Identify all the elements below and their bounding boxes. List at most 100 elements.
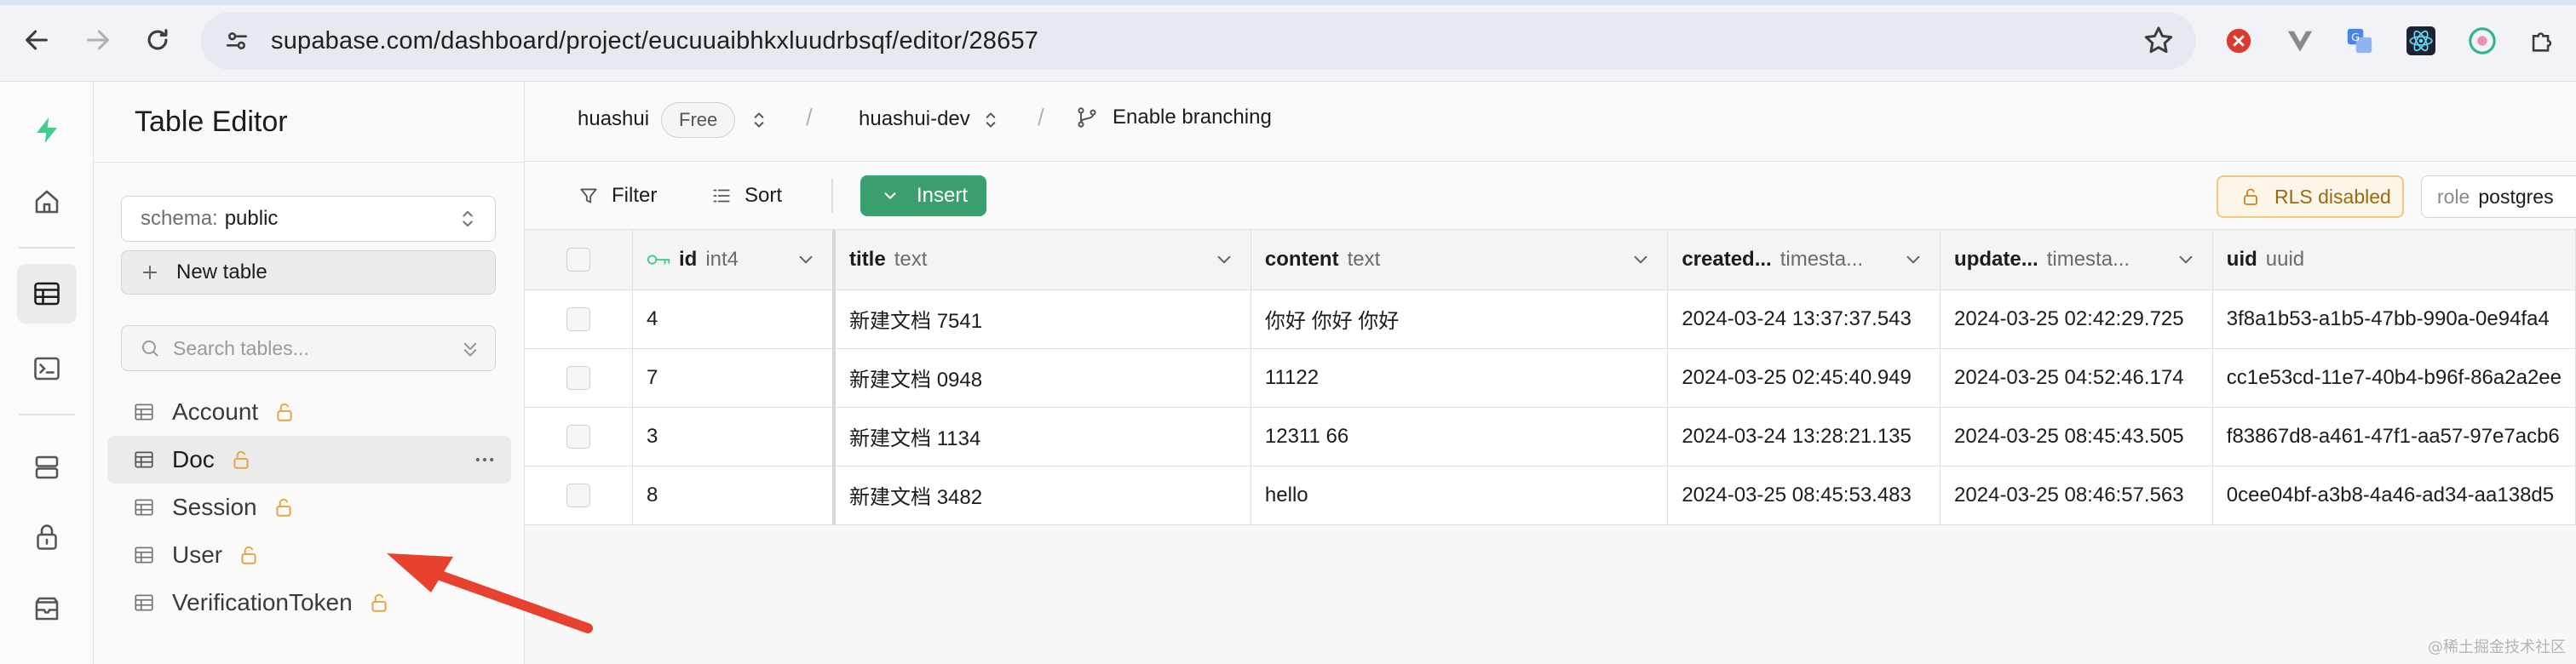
chevron-down-icon[interactable] <box>1630 249 1652 271</box>
table-row[interactable]: 8 新建文档 3482 hello 2024-03-25 08:45:53.48… <box>525 466 2576 525</box>
table-item-session[interactable]: Session <box>107 484 511 531</box>
filter-button[interactable]: Filter <box>578 179 657 213</box>
cell-uid[interactable]: f83867d8-a461-47f1-aa57-97e7acb6 <box>2212 407 2576 467</box>
arrow-right-icon <box>87 30 109 50</box>
bookmark-star-icon[interactable] <box>2142 24 2176 58</box>
cell-created[interactable]: 2024-03-25 08:45:53.483 <box>1667 466 1941 525</box>
cell-content[interactable]: 你好 你好 你好 <box>1251 289 1669 349</box>
cell-title[interactable]: 新建文档 0948 <box>832 348 1251 408</box>
project-breadcrumb[interactable]: huashui-dev <box>859 107 970 131</box>
site-settings-icon[interactable] <box>220 24 254 58</box>
cell-uid[interactable]: 3f8a1b53-a1b5-47bb-990a-0e94fa4 <box>2212 289 2576 349</box>
search-tables-input[interactable]: Search tables... <box>121 325 496 371</box>
cell-content[interactable]: 11122 <box>1251 348 1669 408</box>
extension-puzzle-icon[interactable] <box>2527 26 2557 56</box>
cell-id[interactable]: 3 <box>632 407 835 467</box>
cell-created[interactable]: 2024-03-24 13:37:37.543 <box>1667 289 1941 349</box>
back-button[interactable] <box>15 19 58 61</box>
rail-table-editor[interactable] <box>17 264 77 323</box>
role-label: role <box>2437 185 2470 208</box>
rail-divider <box>19 247 75 249</box>
select-all-cell[interactable] <box>525 230 633 290</box>
chevron-down-icon[interactable] <box>795 249 817 271</box>
extension-vue-icon[interactable] <box>2285 26 2315 56</box>
sort-button[interactable]: Sort <box>710 179 782 213</box>
column-name: id <box>678 247 698 271</box>
cell-created[interactable]: 2024-03-25 02:45:40.949 <box>1667 348 1941 408</box>
extension-translate-icon[interactable]: G <box>2344 26 2375 56</box>
cell-updated[interactable]: 2024-03-25 02:42:29.725 <box>1940 289 2213 349</box>
cell-title[interactable]: 新建文档 7541 <box>832 289 1251 349</box>
table-row[interactable]: 3 新建文档 1134 12311 66 2024-03-24 13:28:21… <box>525 407 2576 467</box>
chevron-updown-icon[interactable] <box>748 107 770 133</box>
cell-created[interactable]: 2024-03-24 13:28:21.135 <box>1667 407 1941 467</box>
chevron-down-icon[interactable] <box>1213 249 1235 271</box>
column-header-id[interactable]: id int4 <box>632 230 835 290</box>
rail-home[interactable] <box>17 172 77 232</box>
table-row[interactable]: 4 新建文档 7541 你好 你好 你好 2024-03-24 13:37:37… <box>525 289 2576 349</box>
extension-adblock-icon[interactable] <box>2223 26 2254 56</box>
column-header-updated[interactable]: update... timesta... <box>1940 230 2213 290</box>
column-header-content[interactable]: content text <box>1251 230 1669 290</box>
watermark: @稀土掘金技术社区 <box>2428 638 2566 656</box>
unlock-icon <box>241 546 256 564</box>
cell-updated[interactable]: 2024-03-25 08:46:57.563 <box>1940 466 2213 525</box>
table-item-doc[interactable]: Doc <box>107 436 511 484</box>
cell-uid[interactable]: cc1e53cd-11e7-40b4-b96f-86a2a2ee <box>2212 348 2576 408</box>
collapse-chevrons-icon[interactable] <box>457 336 483 362</box>
cell-id[interactable]: 7 <box>632 348 835 408</box>
row-select-cell[interactable] <box>525 348 633 408</box>
cell-updated[interactable]: 2024-03-25 04:52:46.174 <box>1940 348 2213 408</box>
cell-title[interactable]: 新建文档 3482 <box>832 466 1251 525</box>
insert-button[interactable]: Insert <box>860 175 986 216</box>
toolbar-separator <box>831 179 833 213</box>
schema-select[interactable]: schema: public <box>121 196 496 242</box>
url-text[interactable]: supabase.com/dashboard/project/eucuuaibh… <box>271 27 1038 55</box>
enable-branching-button[interactable]: Enable branching <box>1075 106 1272 129</box>
chevron-down-icon[interactable] <box>2175 249 2197 271</box>
column-type: text <box>1347 247 1381 271</box>
column-header-uid[interactable]: uid uuid <box>2212 230 2576 290</box>
supabase-logo[interactable] <box>17 100 77 160</box>
cell-id[interactable]: 4 <box>632 289 835 349</box>
cell-content[interactable]: hello <box>1251 466 1669 525</box>
chevron-down-icon[interactable] <box>1902 249 1924 271</box>
new-table-button[interactable]: New table <box>121 250 496 295</box>
row-checkbox[interactable] <box>566 483 590 507</box>
role-select[interactable]: role postgres <box>2421 175 2576 218</box>
row-checkbox[interactable] <box>566 306 590 331</box>
org-breadcrumb[interactable]: huashui <box>578 107 649 131</box>
table-item-account[interactable]: Account <box>107 388 511 436</box>
more-horizontal-icon[interactable] <box>472 448 497 472</box>
cell-content[interactable]: 12311 66 <box>1251 407 1669 467</box>
rail-sql-editor[interactable] <box>17 339 77 398</box>
extension-react-icon[interactable] <box>2406 26 2436 56</box>
address-bar[interactable]: supabase.com/dashboard/project/eucuuaibh… <box>201 12 2196 70</box>
row-select-cell[interactable] <box>525 289 633 349</box>
terminal-icon <box>34 357 60 381</box>
table-icon <box>135 404 153 421</box>
forward-button[interactable] <box>77 19 119 61</box>
row-select-cell[interactable] <box>525 466 633 525</box>
row-checkbox[interactable] <box>566 365 590 390</box>
rail-auth[interactable] <box>17 507 77 567</box>
row-checkbox[interactable] <box>566 424 590 449</box>
cell-uid[interactable]: 0cee04bf-a3b8-4a46-ad34-aa138d5 <box>2212 466 2576 525</box>
chevron-updown-icon[interactable] <box>980 107 1002 133</box>
filter-icon <box>580 188 597 203</box>
table-row[interactable]: 7 新建文档 0948 11122 2024-03-25 02:45:40.94… <box>525 348 2576 408</box>
column-header-title[interactable]: title text <box>832 230 1251 290</box>
cell-id[interactable]: 8 <box>632 466 835 525</box>
cell-updated[interactable]: 2024-03-25 08:45:43.505 <box>1940 407 2213 467</box>
rail-storage[interactable] <box>17 579 77 638</box>
rls-disabled-button[interactable]: RLS disabled <box>2217 175 2404 218</box>
row-select-cell[interactable] <box>525 407 633 467</box>
column-header-created[interactable]: created... timesta... <box>1667 230 1941 290</box>
select-all-checkbox[interactable] <box>566 248 590 272</box>
reload-button[interactable] <box>136 19 179 61</box>
rail-database[interactable] <box>17 438 77 497</box>
cell-title[interactable]: 新建文档 1134 <box>832 407 1251 467</box>
annotation-arrow <box>387 553 593 633</box>
extension-chatgpt-icon[interactable] <box>2467 26 2498 56</box>
breadcrumb-separator: / <box>1038 104 1044 130</box>
